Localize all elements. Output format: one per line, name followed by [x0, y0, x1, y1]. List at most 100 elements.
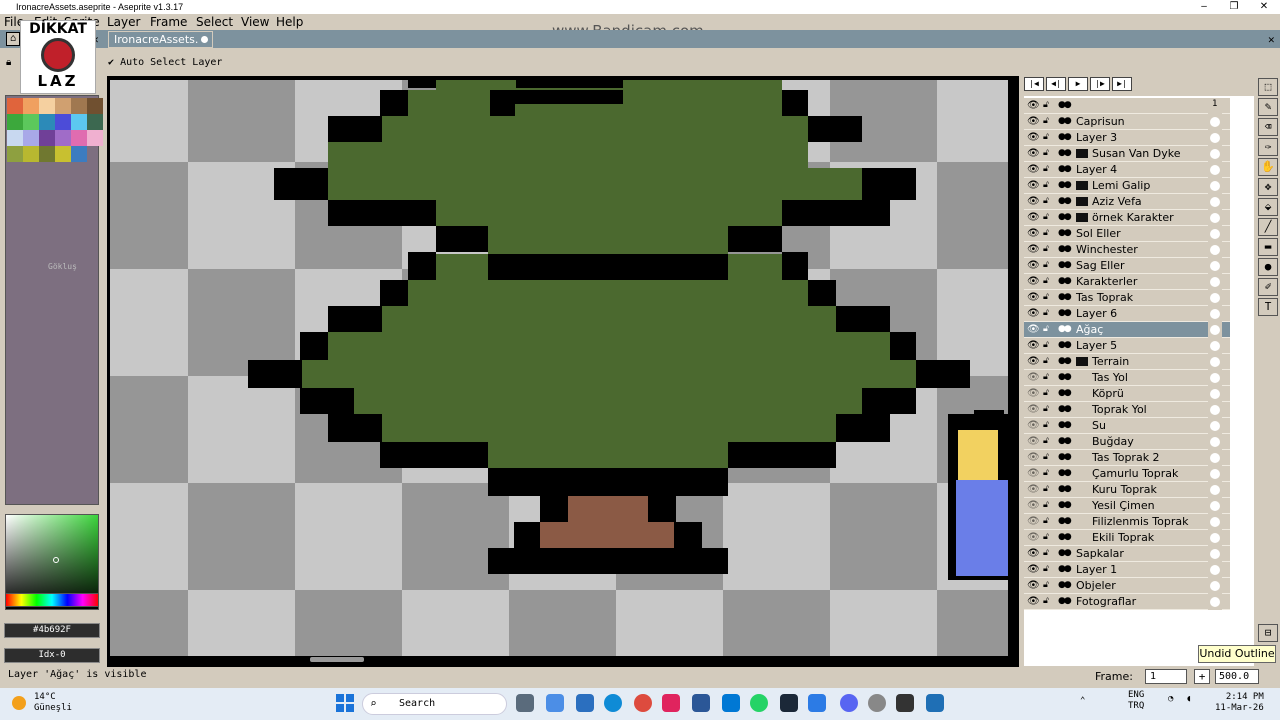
aseprite-icon[interactable] — [896, 694, 914, 712]
palette-swatch[interactable] — [55, 114, 71, 130]
continuous-icon[interactable]: ●● — [1058, 434, 1072, 449]
layer-row[interactable]: 👁︎ 🔓︎ ●● Layer 5 — [1024, 338, 1230, 354]
layer-row[interactable]: 👁︎ 🔓︎ ●● Su — [1024, 418, 1230, 434]
layer-cel[interactable] — [1208, 354, 1222, 370]
layer-row[interactable]: 👁︎ 🔓︎ ●● Köprü — [1024, 386, 1230, 402]
lock-icon[interactable]: 🔓︎ — [1043, 578, 1055, 593]
layer-cel[interactable] — [1208, 162, 1222, 178]
lock-icon[interactable]: 🔓︎ — [1043, 370, 1055, 385]
lock-icon[interactable]: 🔓︎ — [1043, 402, 1055, 417]
zoom-field[interactable]: 500.0 — [1215, 669, 1259, 684]
layer-row[interactable]: 👁︎ 🔓︎ ●● Layer 3 — [1024, 130, 1230, 146]
continuous-icon[interactable]: ●● — [1058, 370, 1072, 385]
layer-row[interactable]: 👁︎ 🔓︎ ●● örnek Karakter — [1024, 210, 1230, 226]
eye-icon[interactable]: 👁︎ — [1027, 498, 1040, 513]
layer-row[interactable]: 👁︎ 🔓︎ ●● Layer 4 — [1024, 162, 1230, 178]
clock[interactable]: 2:14 PM 11-Mar-26 — [1215, 692, 1264, 714]
continuous-icon[interactable]: ●● — [1058, 386, 1072, 401]
layer-cel[interactable] — [1208, 418, 1222, 434]
menu-layer[interactable]: Layer — [107, 14, 140, 30]
continuous-icon[interactable]: ●● — [1058, 162, 1072, 177]
menu-select[interactable]: Select — [196, 14, 233, 30]
layer-cel[interactable] — [1208, 498, 1222, 514]
lock-icon[interactable]: 🔓︎ — [1043, 386, 1055, 401]
lock-icon[interactable]: 🔓︎ — [1043, 194, 1055, 209]
continuous-icon[interactable]: ●● — [1058, 482, 1072, 497]
layer-row[interactable]: 👁︎ 🔓︎ ●● Fotograflar — [1024, 594, 1230, 610]
minimize-button[interactable]: – — [1188, 0, 1220, 14]
layer-row[interactable]: 👁︎ 🔓︎ ●● Layer 6 — [1024, 306, 1230, 322]
layer-cel[interactable]: 1 — [1208, 98, 1222, 114]
layer-cel[interactable] — [1208, 274, 1222, 290]
continuous-icon[interactable]: ●● — [1058, 114, 1072, 129]
menu-frame[interactable]: Frame — [150, 14, 187, 30]
lock-icon[interactable]: 🔓︎ — [1043, 514, 1055, 529]
continuous-icon[interactable]: ●● — [1058, 242, 1072, 257]
layer-row[interactable]: 👁︎ 🔓︎ ●● Filizlenmis Toprak — [1024, 514, 1230, 530]
eye-icon[interactable]: 👁︎ — [1027, 274, 1040, 289]
next-frame-button[interactable]: |▶ — [1090, 77, 1110, 91]
continuous-icon[interactable]: ●● — [1058, 498, 1072, 513]
lock-icon[interactable]: 🔓︎ — [1043, 242, 1055, 257]
layer-row[interactable]: 👁︎ 🔓︎ ●● Tas Yol — [1024, 370, 1230, 386]
layer-row[interactable]: 👁︎ 🔓︎ ●● Sol Eller — [1024, 226, 1230, 242]
layer-row[interactable]: 👁︎ 🔓︎ ●● Kuru Toprak — [1024, 482, 1230, 498]
layer-cel[interactable] — [1208, 466, 1222, 482]
hex-color-field[interactable]: #4b692F — [4, 623, 100, 638]
volume-icon[interactable]: ◖ — [1186, 694, 1191, 704]
lock-icon[interactable]: 🔓︎ — [1043, 354, 1055, 369]
app-icon[interactable] — [808, 694, 826, 712]
layer-cel[interactable] — [1208, 306, 1222, 322]
app-icon[interactable] — [926, 694, 944, 712]
palette-swatch[interactable] — [39, 114, 55, 130]
continuous-icon[interactable]: ●● — [1058, 562, 1072, 577]
store-icon[interactable] — [722, 694, 740, 712]
continuous-icon[interactable]: ●● — [1058, 306, 1072, 321]
horizontal-scrollbar[interactable] — [310, 657, 364, 662]
layer-row[interactable]: 👁︎ 🔓︎ ●● Layer 1 — [1024, 562, 1230, 578]
lock-icon[interactable]: 🔓︎ — [1043, 338, 1055, 353]
last-frame-button[interactable]: ▶| — [1112, 77, 1132, 91]
layer-row[interactable]: 👁︎ 🔓︎ ●● Objeler — [1024, 578, 1230, 594]
close-icon[interactable]: ✕ — [1268, 33, 1275, 46]
widgets-icon[interactable] — [576, 694, 594, 712]
language-indicator[interactable]: ENG TRQ — [1128, 690, 1144, 712]
play-button[interactable]: ▶ — [1068, 77, 1088, 91]
eye-icon[interactable]: 👁︎ — [1027, 450, 1040, 465]
palette-swatch[interactable] — [55, 130, 71, 146]
layer-cel[interactable] — [1208, 530, 1222, 546]
palette-swatch[interactable] — [55, 146, 71, 162]
folder-icon[interactable] — [1076, 213, 1088, 222]
sprite-canvas[interactable] — [110, 80, 1008, 656]
folder-icon[interactable] — [1076, 181, 1088, 190]
layer-cel[interactable] — [1208, 226, 1222, 242]
continuous-icon[interactable]: ●● — [1058, 274, 1072, 289]
continuous-icon[interactable]: ●● — [1058, 514, 1072, 529]
layer-cel[interactable] — [1208, 562, 1222, 578]
layer-cel[interactable] — [1208, 258, 1222, 274]
rectangle-tool-icon[interactable]: ▬ — [1258, 238, 1278, 256]
layer-cel[interactable] — [1208, 482, 1222, 498]
contour-tool-icon[interactable]: ✐ — [1258, 278, 1278, 296]
palette-swatch[interactable] — [7, 114, 23, 130]
layer-row[interactable]: 👁︎ 🔓︎ ●● Çamurlu Toprak — [1024, 466, 1230, 482]
close-window-button[interactable]: ✕ — [1248, 0, 1280, 14]
layer-row[interactable]: 👁︎ 🔓︎ ●● Lemi Galip — [1024, 178, 1230, 194]
layer-row[interactable]: 👁︎ 🔓︎ ●● Sag Eller — [1024, 258, 1230, 274]
whatsapp-icon[interactable] — [750, 694, 768, 712]
eye-icon[interactable]: 👁︎ — [1027, 482, 1040, 497]
continuous-icon[interactable]: ●● — [1058, 354, 1072, 369]
layer-cel[interactable] — [1208, 450, 1222, 466]
palette-swatch[interactable] — [23, 98, 39, 114]
hue-bar[interactable] — [5, 593, 99, 607]
palette-swatch[interactable] — [71, 98, 87, 114]
layer-cel[interactable] — [1208, 434, 1222, 450]
layer-row[interactable]: 👁︎ 🔓︎ ●● Buğday — [1024, 434, 1230, 450]
layer-cel[interactable] — [1208, 514, 1222, 530]
discord-icon[interactable] — [840, 694, 858, 712]
lock-icon[interactable]: 🔓︎ — [1043, 434, 1055, 449]
hand-tool-icon[interactable]: ✋ — [1258, 158, 1278, 176]
continuous-icon[interactable]: ●● — [1058, 258, 1072, 273]
eye-icon[interactable]: 👁︎ — [1027, 578, 1040, 593]
pencil-tool-icon[interactable]: ✎ — [1258, 98, 1278, 116]
